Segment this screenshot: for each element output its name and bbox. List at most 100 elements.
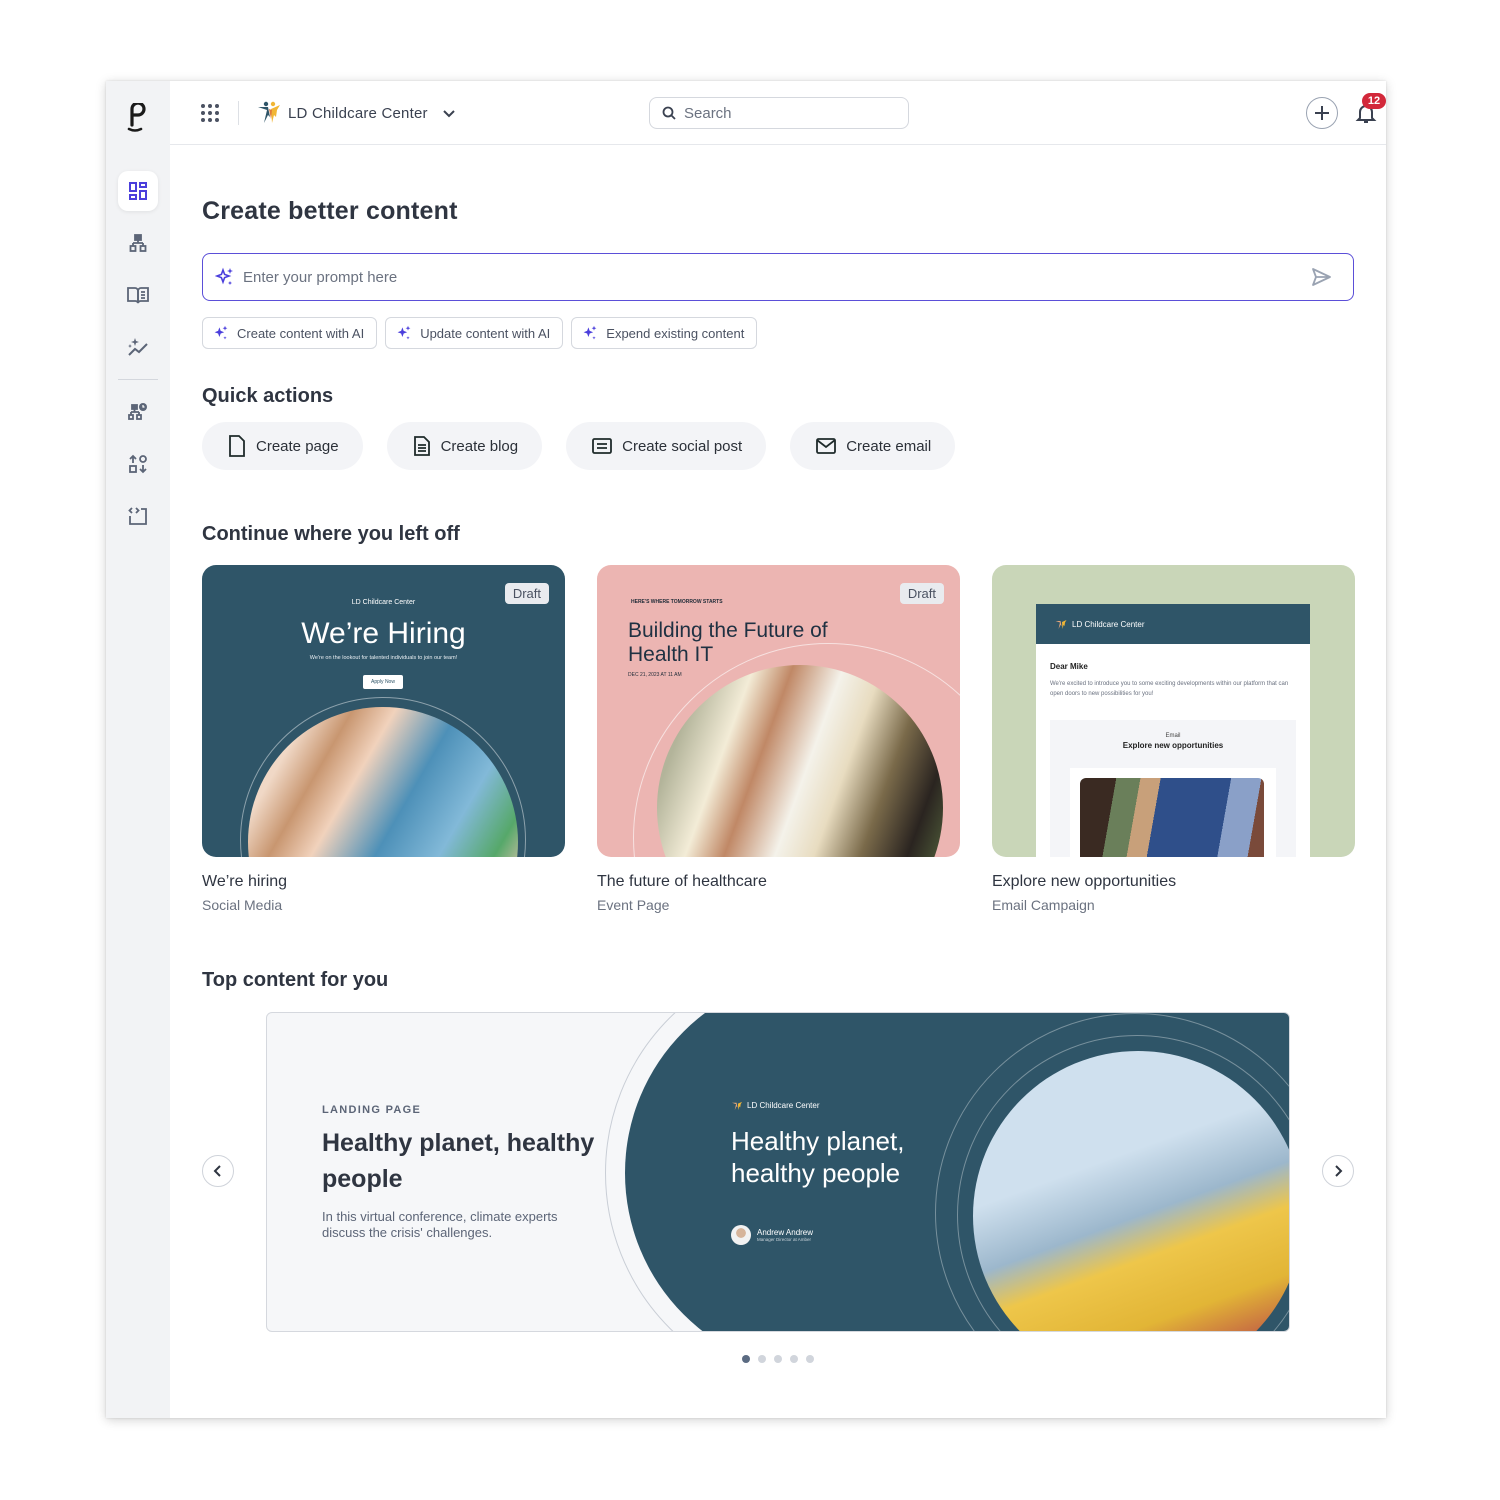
create-page-button[interactable]: Create page: [202, 422, 363, 470]
card-thumbnail: LD Childcare Center Dear Mike We're exci…: [992, 565, 1355, 857]
sidebar-item-dashboard[interactable]: [118, 171, 158, 211]
banner-preview-brand-text: LD Childcare Center: [747, 1101, 820, 1110]
draft-badge: Draft: [899, 583, 944, 604]
prompt-input[interactable]: [243, 268, 1309, 286]
p-logo-icon[interactable]: [126, 103, 150, 133]
embed-code-icon: [128, 507, 147, 525]
add-button[interactable]: [1306, 97, 1338, 129]
draft-badge: Draft: [504, 583, 549, 604]
preview-greeting: Dear Mike: [1050, 662, 1088, 671]
card-thumbnail: HERE'S WHERE TOMORROW STARTS Building th…: [597, 565, 960, 857]
carousel-pagination: [742, 1355, 814, 1363]
carousel-dot[interactable]: [774, 1355, 782, 1363]
sidebar-item-sitemap[interactable]: [118, 223, 158, 263]
content-card-healthcare[interactable]: HERE'S WHERE TOMORROW STARTS Building th…: [597, 565, 960, 913]
sparkle-icon: [583, 325, 597, 340]
recent-content-cards: LD Childcare Center We’re Hiring We're o…: [202, 565, 1355, 913]
hiring-photo: [248, 707, 518, 857]
social-post-icon: [592, 438, 613, 454]
preview-apply-button: Apply Now: [363, 675, 403, 689]
email-preview-header: LD Childcare Center: [1036, 604, 1310, 644]
author-role: Manager Director at Amber: [757, 1237, 812, 1242]
preview-headline: We’re Hiring: [301, 617, 466, 650]
preview-date: DEC 21, 2023 AT 11 AM: [628, 672, 682, 678]
banner-kicker: LANDING PAGE: [322, 1104, 422, 1116]
card-title: The future of healthcare: [597, 873, 767, 890]
create-social-post-button[interactable]: Create social post: [566, 422, 767, 470]
content-card-hiring[interactable]: LD Childcare Center We’re Hiring We're o…: [202, 565, 565, 913]
featured-banner[interactable]: LANDING PAGE Healthy planet, healthy peo…: [266, 1012, 1290, 1332]
ai-analytics-icon: [128, 338, 148, 356]
sidebar-item-scheduled[interactable]: [118, 392, 158, 432]
sidebar-item-import-export[interactable]: [118, 444, 158, 484]
carousel-prev-button[interactable]: [202, 1155, 234, 1187]
banner-description: In this virtual conference, climate expe…: [322, 1209, 558, 1240]
prompt-box: [202, 253, 1354, 301]
page-title: Create better content: [202, 197, 458, 225]
org-logo-icon: [258, 101, 280, 123]
preview-body: We're excited to introduce you to some e…: [1050, 681, 1289, 697]
sparkle-icon: [214, 325, 228, 340]
sidebar: [106, 81, 170, 1418]
sidebar-divider: [118, 379, 158, 380]
create-blog-button[interactable]: Create blog: [386, 422, 543, 470]
sidebar-item-embed[interactable]: [118, 496, 158, 536]
plus-icon: [1315, 106, 1329, 120]
chip-create-content-ai[interactable]: Create content with AI: [202, 317, 378, 349]
chevron-down-icon: [442, 110, 455, 118]
qa-label: Create blog: [440, 437, 519, 455]
preview-box: Email Explore new opportunities: [1050, 720, 1296, 857]
chevron-left-icon: [213, 1165, 221, 1177]
preview-box-label: Email: [1165, 733, 1181, 739]
notification-badge: 12: [1362, 93, 1386, 109]
quick-actions-heading: Quick actions: [202, 385, 334, 407]
card-type: Email Campaign: [992, 897, 1095, 913]
carousel-next-button[interactable]: [1322, 1155, 1354, 1187]
email-icon: [816, 438, 837, 454]
preview-subline: We're on the lookout for talented indivi…: [309, 655, 458, 661]
top-bar: LD Childcare Center 12: [170, 81, 1386, 145]
sidebar-item-ai-insights[interactable]: [118, 327, 158, 367]
sitemap-icon: [129, 234, 147, 252]
content-card-opportunities[interactable]: LD Childcare Center Dear Mike We're exci…: [992, 565, 1355, 913]
preview-brand: LD Childcare Center: [1072, 619, 1145, 629]
quick-actions: Create page Create blog Create social po…: [202, 422, 956, 470]
page-icon: [229, 435, 245, 457]
chip-label: Expend existing content: [606, 325, 745, 341]
search-input[interactable]: [684, 104, 884, 122]
qa-label: Create email: [846, 437, 932, 455]
carousel-dot[interactable]: [758, 1355, 766, 1363]
chip-expend-content[interactable]: Expend existing content: [571, 317, 758, 349]
send-icon[interactable]: [1309, 265, 1333, 289]
sidebar-item-library[interactable]: [118, 275, 158, 315]
carousel-dot[interactable]: [806, 1355, 814, 1363]
org-switcher[interactable]: LD Childcare Center: [256, 99, 456, 127]
email-preview: LD Childcare Center Dear Mike We're exci…: [1036, 604, 1310, 857]
sparkle-icon: [215, 267, 233, 285]
author-avatar: [731, 1225, 751, 1245]
topbar-divider: [238, 101, 239, 125]
email-photo-frame: [1070, 768, 1276, 857]
chip-label: Update content with AI: [420, 325, 551, 341]
card-title: Explore new opportunities: [992, 873, 1177, 890]
dashboard-icon: [129, 182, 147, 200]
book-icon: [127, 287, 149, 304]
ai-chip-group: Create content with AI Update content wi…: [202, 317, 758, 349]
top-content-heading: Top content for you: [202, 969, 389, 991]
qa-label: Create page: [256, 437, 339, 455]
card-type: Event Page: [597, 897, 670, 913]
carousel-dot[interactable]: [742, 1355, 750, 1363]
import-export-icon: [129, 454, 147, 474]
app-grid-icon[interactable]: [200, 103, 220, 123]
banner-preview-headline: Healthy planet, healthy people: [731, 1126, 905, 1188]
banner-preview-brand: LD Childcare Center: [731, 1100, 819, 1111]
preview-box-title: Explore new opportunities: [1122, 741, 1224, 750]
continue-heading: Continue where you left off: [202, 523, 460, 545]
card-title: We’re hiring: [202, 873, 288, 890]
search-box: [649, 97, 909, 129]
chip-update-content-ai[interactable]: Update content with AI: [385, 317, 564, 349]
card-type: Social Media: [202, 897, 283, 913]
chip-label: Create content with AI: [237, 325, 365, 341]
carousel-dot[interactable]: [790, 1355, 798, 1363]
create-email-button[interactable]: Create email: [790, 422, 956, 470]
